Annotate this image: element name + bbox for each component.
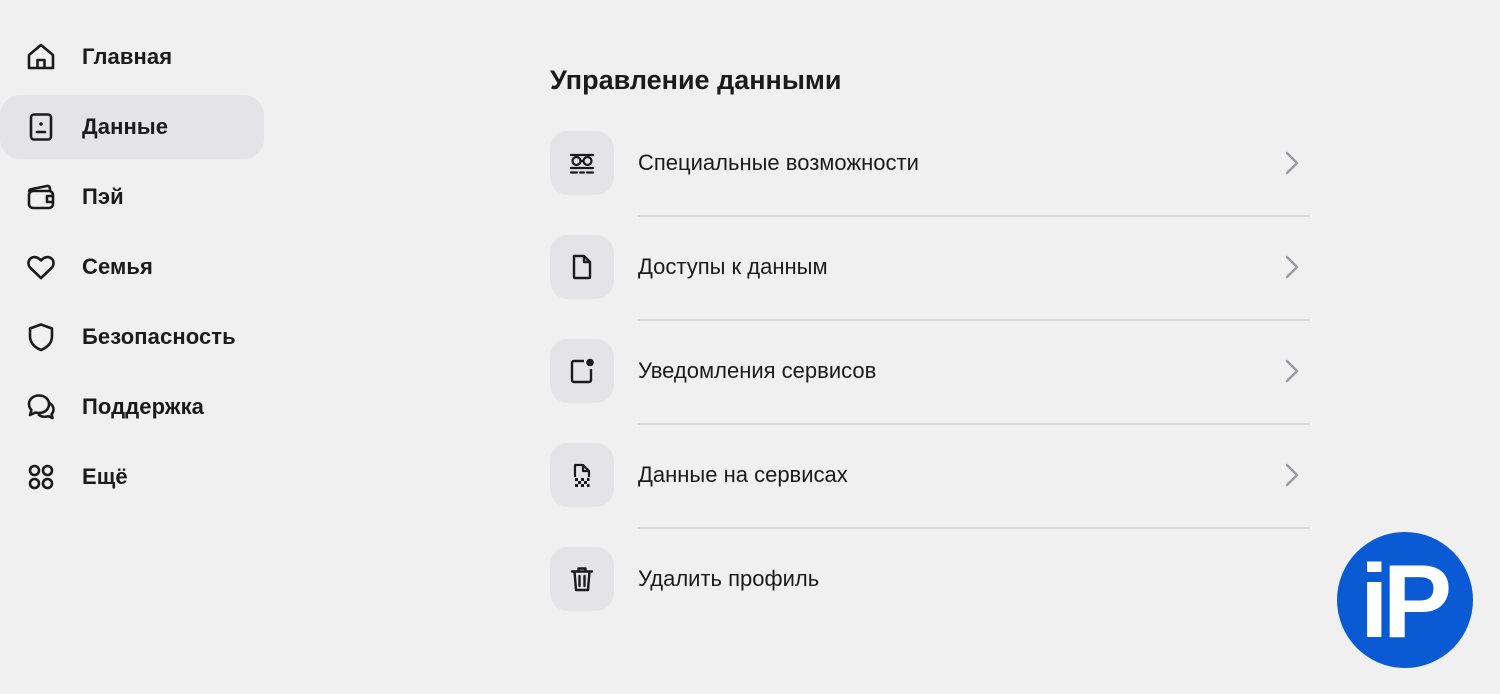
sidebar-item-home[interactable]: Главная bbox=[0, 25, 264, 89]
sidebar-item-label: Безопасность bbox=[82, 324, 236, 349]
divider bbox=[638, 423, 1310, 425]
sidebar-item-security[interactable]: Безопасность bbox=[0, 305, 264, 369]
sidebar-item-family[interactable]: Семья bbox=[0, 235, 264, 299]
list-item-body: Уведомления сервисов bbox=[638, 339, 1310, 443]
sidebar-item-label: Пэй bbox=[82, 184, 124, 209]
list-item-label: Уведомления сервисов bbox=[638, 358, 877, 383]
chevron-right-icon bbox=[1282, 149, 1302, 177]
heart-icon bbox=[24, 250, 58, 284]
list-item-delete-profile[interactable]: Удалить профиль bbox=[550, 547, 1310, 651]
trash-icon bbox=[550, 547, 614, 611]
home-icon bbox=[24, 40, 58, 74]
wallet-icon bbox=[24, 180, 58, 214]
notification-badge-icon bbox=[550, 339, 614, 403]
divider bbox=[638, 215, 1310, 217]
sidebar-item-data[interactable]: Данные bbox=[0, 95, 264, 159]
grid-dots-icon bbox=[24, 460, 58, 494]
list-item-notifications[interactable]: Уведомления сервисов bbox=[550, 339, 1310, 443]
chevron-right-icon bbox=[1282, 253, 1302, 281]
shield-icon bbox=[24, 320, 58, 354]
chevron-right-icon bbox=[1282, 461, 1302, 489]
divider bbox=[638, 319, 1310, 321]
list-item-body: Данные на сервисах bbox=[638, 443, 1310, 547]
list-item-body: Специальные возможности bbox=[638, 131, 1310, 235]
list-item-accessibility[interactable]: Специальные возможности bbox=[550, 131, 1310, 235]
sidebar-item-label: Главная bbox=[82, 44, 173, 69]
list-item-body: Доступы к данным bbox=[638, 235, 1310, 339]
divider bbox=[638, 527, 1310, 529]
accessibility-glasses-icon bbox=[550, 131, 614, 195]
sidebar-item-label: Данные bbox=[82, 114, 169, 139]
page-title: Управление данными bbox=[550, 65, 842, 95]
sidebar-item-label: Ещё bbox=[82, 464, 128, 489]
page: Главная Данные Пэй Семья Безопасность По… bbox=[0, 0, 1500, 694]
list-item-service-data[interactable]: Данные на сервисах bbox=[550, 443, 1310, 547]
sidebar-item-pay[interactable]: Пэй bbox=[0, 165, 264, 229]
list-item-body: Удалить профиль bbox=[638, 547, 1310, 651]
chat-bubbles-icon bbox=[24, 390, 58, 424]
document-icon bbox=[550, 235, 614, 299]
chevron-right-icon bbox=[1282, 357, 1302, 385]
list-item-data-access[interactable]: Доступы к данным bbox=[550, 235, 1310, 339]
sidebar-item-label: Поддержка bbox=[82, 394, 205, 419]
list-item-label: Специальные возможности bbox=[638, 150, 919, 175]
sidebar-item-more[interactable]: Ещё bbox=[0, 445, 264, 509]
data-file-icon bbox=[550, 443, 614, 507]
svg-text:iP: iP bbox=[1360, 544, 1449, 660]
main-content: Управление данными Специальные возможнос… bbox=[550, 60, 1310, 651]
list-item-label: Доступы к данным bbox=[638, 254, 828, 279]
sidebar-item-label: Семья bbox=[82, 254, 153, 279]
settings-list: Специальные возможности Доступы к данным… bbox=[550, 131, 1310, 651]
id-card-icon bbox=[24, 110, 58, 144]
sidebar-item-support[interactable]: Поддержка bbox=[0, 375, 264, 439]
watermark-logo: iP bbox=[1336, 531, 1474, 669]
list-item-label: Данные на сервисах bbox=[638, 462, 848, 487]
sidebar: Главная Данные Пэй Семья Безопасность По… bbox=[0, 25, 270, 515]
list-item-label: Удалить профиль bbox=[638, 566, 820, 591]
